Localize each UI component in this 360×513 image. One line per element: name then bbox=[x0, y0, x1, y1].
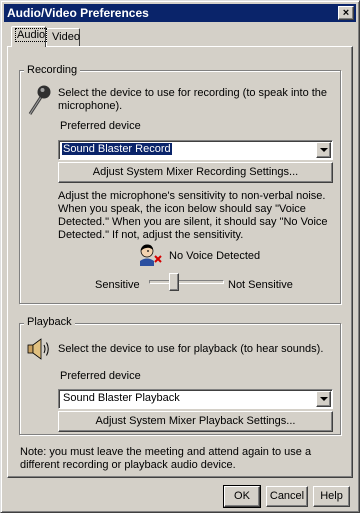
recording-description: Select the device to use for recording (… bbox=[58, 87, 328, 112]
sensitivity-slider[interactable] bbox=[149, 273, 224, 291]
preferences-window: Audio/Video Preferences × Audio Video Re… bbox=[0, 0, 360, 513]
sensitivity-instructions: Adjust the microphone's sensitivity to n… bbox=[58, 190, 328, 241]
recording-preferred-label: Preferred device bbox=[60, 120, 141, 132]
slider-track bbox=[149, 280, 224, 284]
playback-legend: Playback bbox=[24, 316, 75, 328]
playback-device-value: Sound Blaster Playback bbox=[63, 392, 180, 404]
playback-dropdown-arrow[interactable] bbox=[316, 391, 331, 407]
recording-device-select[interactable]: Sound Blaster Record bbox=[58, 140, 333, 160]
window-title: Audio/Video Preferences bbox=[7, 6, 149, 20]
slider-thumb[interactable] bbox=[169, 273, 179, 291]
voice-status-label: No Voice Detected bbox=[169, 250, 261, 262]
slider-min-label: Sensitive bbox=[95, 279, 140, 291]
close-button[interactable]: × bbox=[338, 6, 354, 20]
playback-device-select[interactable]: Sound Blaster Playback bbox=[58, 389, 333, 409]
slider-max-label: Not Sensitive bbox=[228, 279, 293, 291]
tab-video[interactable]: Video bbox=[46, 28, 80, 47]
playback-description: Select the device to use for playback (t… bbox=[58, 343, 324, 355]
cancel-button[interactable]: Cancel bbox=[266, 486, 308, 507]
tab-audio[interactable]: Audio bbox=[11, 26, 48, 47]
ok-button[interactable]: OK bbox=[223, 485, 261, 508]
audio-tab-panel: Recording Select the device to use for r… bbox=[7, 46, 353, 478]
recording-dropdown-arrow[interactable] bbox=[316, 142, 331, 158]
tab-video-label: Video bbox=[52, 31, 80, 43]
person-no-voice-icon bbox=[138, 243, 164, 267]
recording-mixer-button[interactable]: Adjust System Mixer Recording Settings..… bbox=[58, 162, 333, 183]
playback-preferred-label: Preferred device bbox=[60, 370, 141, 382]
recording-device-value: Sound Blaster Record bbox=[62, 143, 172, 155]
playback-mixer-button[interactable]: Adjust System Mixer Playback Settings... bbox=[58, 411, 333, 432]
microphone-icon bbox=[26, 83, 52, 117]
device-change-note: Note: you must leave the meeting and att… bbox=[20, 446, 312, 471]
speaker-icon bbox=[26, 337, 52, 361]
recording-legend: Recording bbox=[24, 64, 81, 76]
title-bar[interactable]: Audio/Video Preferences × bbox=[4, 4, 356, 22]
help-button[interactable]: Help bbox=[313, 486, 350, 507]
tab-audio-label: Audio bbox=[14, 28, 48, 42]
